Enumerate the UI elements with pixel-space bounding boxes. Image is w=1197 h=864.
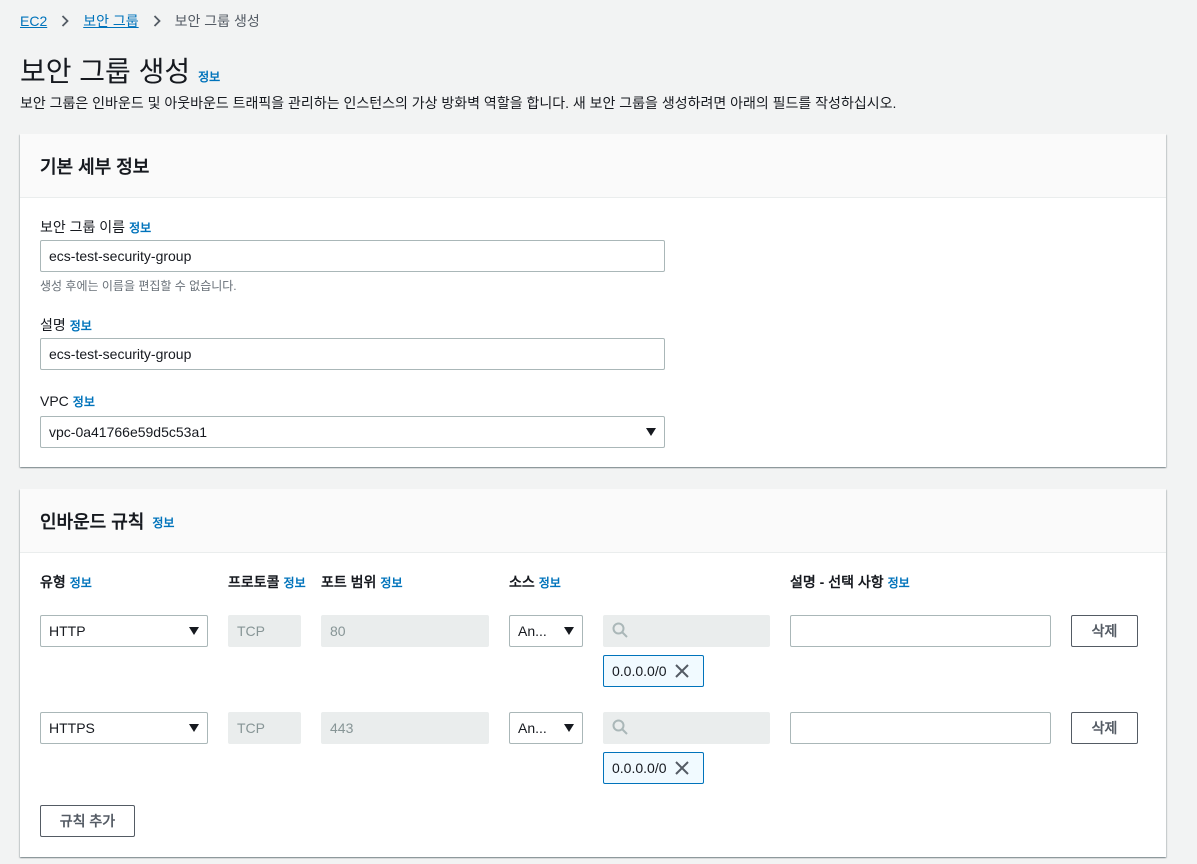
rule-1-source-select[interactable]: An... (509, 615, 583, 647)
caret-down-icon (564, 627, 574, 635)
basic-details-header: 기본 세부 정보 (20, 134, 1166, 198)
rule-2-source-value: An... (518, 720, 547, 736)
vpc-label: VPC 정보 (40, 393, 95, 410)
column-port: 포트 범위 정보 (321, 572, 403, 592)
column-port-info-link[interactable]: 정보 (380, 574, 402, 591)
rule-2-cidr-token: 0.0.0.0/0 (603, 752, 704, 784)
chevron-right-icon (153, 15, 161, 27)
column-type-info-link[interactable]: 정보 (70, 574, 92, 591)
rule-2-description-input[interactable] (790, 712, 1051, 744)
column-protocol-text: 프로토콜 (228, 574, 280, 590)
column-source-text: 소스 (509, 574, 535, 590)
sg-name-label: 보안 그룹 이름 정보 (40, 217, 151, 237)
page-title: 보안 그룹 생성 (20, 56, 191, 87)
sg-name-label-text: 보안 그룹 이름 (40, 219, 126, 235)
column-description-info-link[interactable]: 정보 (888, 574, 910, 591)
rule-1-cidr-value: 0.0.0.0/0 (612, 663, 667, 679)
close-icon[interactable] (674, 761, 689, 775)
column-protocol-info-link[interactable]: 정보 (284, 574, 306, 591)
rule-1-type-select[interactable]: HTTP (40, 615, 208, 647)
rule-2-port-range: 443 (321, 712, 489, 744)
rule-1-source-value: An... (518, 623, 547, 639)
breadcrumb-current: 보안 그룹 생성 (174, 13, 260, 29)
rule-2-cidr-value: 0.0.0.0/0 (612, 760, 667, 776)
vpc-label-text: VPC (40, 393, 69, 409)
page-info-link[interactable]: 정보 (198, 68, 220, 85)
chevron-right-icon (61, 15, 70, 27)
caret-down-icon (189, 724, 199, 732)
description-label: 설명 정보 (40, 315, 92, 335)
rule-1-protocol: TCP (228, 615, 301, 647)
column-type-text: 유형 (40, 574, 66, 590)
column-description-text: 설명 - 선택 사항 (790, 574, 884, 590)
rule-1-description-input[interactable] (790, 615, 1051, 647)
inbound-rules-info-link[interactable]: 정보 (152, 514, 174, 531)
breadcrumb-security-groups-link[interactable]: 보안 그룹 (83, 11, 138, 31)
rule-1-port-range: 80 (321, 615, 489, 647)
rule-1-cidr-search[interactable] (603, 615, 770, 647)
breadcrumb: EC2 보안 그룹 보안 그룹 생성 (20, 11, 260, 31)
description-input[interactable]: ecs-test-security-group (40, 338, 665, 370)
page-header: 보안 그룹 생성 정보 (20, 50, 220, 90)
sg-name-input[interactable]: ecs-test-security-group (40, 240, 665, 272)
page-description: 보안 그룹은 인바운드 및 아웃바운드 트래픽을 관리하는 인스턴스의 가상 방… (20, 95, 897, 111)
rule-2-cidr-search[interactable] (603, 712, 770, 744)
basic-details-title: 기본 세부 정보 (40, 156, 150, 177)
column-source: 소스 정보 (509, 572, 561, 592)
search-icon (612, 622, 628, 641)
rule-2-type-select[interactable]: HTTPS (40, 712, 208, 744)
inbound-rules-title: 인바운드 규칙 (40, 511, 145, 532)
breadcrumb-ec2-link[interactable]: EC2 (20, 13, 47, 29)
rule-2-protocol: TCP (228, 712, 301, 744)
inbound-rules-header: 인바운드 규칙 정보 (20, 489, 1166, 553)
sg-name-info-link[interactable]: 정보 (129, 219, 151, 236)
basic-details-panel: 기본 세부 정보 보안 그룹 이름 정보 ecs-test-security-g… (20, 134, 1166, 467)
sg-name-hint: 생성 후에는 이름을 편집할 수 없습니다. (40, 279, 237, 293)
caret-down-icon (646, 428, 656, 436)
column-protocol: 프로토콜 정보 (228, 572, 306, 592)
vpc-select[interactable]: vpc-0a41766e59d5c53a1 (40, 416, 665, 448)
rule-2-type-value: HTTPS (49, 720, 95, 736)
column-type: 유형 정보 (40, 572, 92, 592)
column-port-text: 포트 범위 (321, 574, 377, 590)
search-icon (612, 719, 628, 738)
column-description: 설명 - 선택 사항 정보 (790, 572, 910, 592)
rule-1-cidr-token: 0.0.0.0/0 (603, 655, 704, 687)
rule-2-delete-button[interactable]: 삭제 (1071, 712, 1138, 744)
add-rule-button[interactable]: 규칙 추가 (40, 805, 135, 837)
caret-down-icon (189, 627, 199, 635)
inbound-rules-panel: 인바운드 규칙 정보 유형 정보 프로토콜 정보 포트 범위 정보 소스 정보 … (20, 489, 1166, 857)
rule-2-source-select[interactable]: An... (509, 712, 583, 744)
description-label-text: 설명 (40, 317, 66, 333)
rule-1-delete-button[interactable]: 삭제 (1071, 615, 1138, 647)
vpc-info-link[interactable]: 정보 (73, 393, 95, 410)
close-icon[interactable] (674, 664, 689, 678)
column-source-info-link[interactable]: 정보 (539, 574, 561, 591)
description-info-link[interactable]: 정보 (70, 317, 92, 334)
rule-1-type-value: HTTP (49, 623, 86, 639)
vpc-select-value: vpc-0a41766e59d5c53a1 (49, 424, 208, 440)
caret-down-icon (564, 724, 574, 732)
